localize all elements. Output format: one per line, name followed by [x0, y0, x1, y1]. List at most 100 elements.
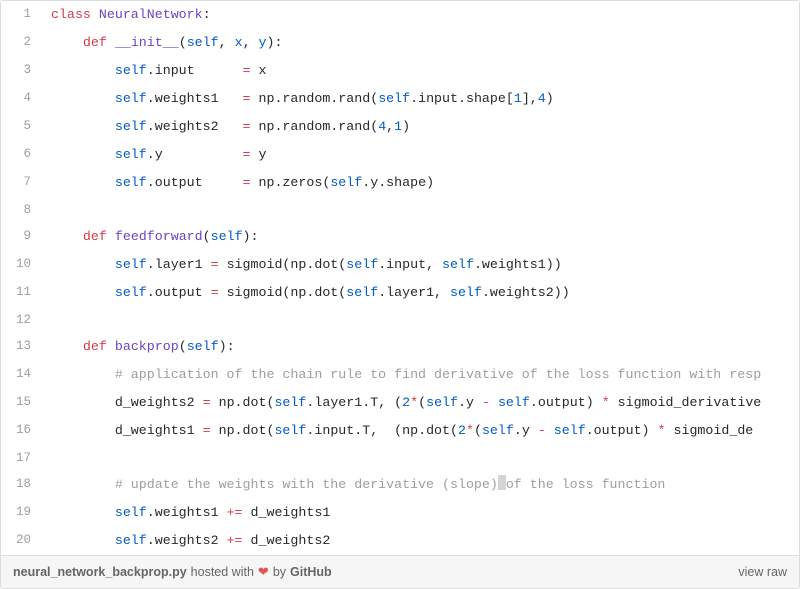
line-content[interactable]: d_weights1 = np.dot(self.input.T, (np.do… [41, 417, 799, 445]
code-token: __init__ [115, 35, 179, 50]
code-token: self [482, 423, 514, 438]
line-content[interactable] [41, 307, 799, 333]
code-line: 9 def feedforward(self): [1, 223, 799, 251]
code-line: 6 self.y = y [1, 141, 799, 169]
view-raw-link[interactable]: view raw [738, 565, 787, 579]
line-content[interactable]: self.weights2 = np.random.rand(4,1) [41, 113, 799, 141]
footer-left: neural_network_backprop.py hosted with ❤… [13, 564, 332, 580]
code-token: self [274, 395, 306, 410]
code-line: 3 self.input = x [1, 57, 799, 85]
code-line: 18 # update the weights with the derivat… [1, 471, 799, 499]
line-content[interactable]: self.output = np.zeros(self.y.shape) [41, 169, 799, 197]
code-token: = [243, 119, 251, 134]
line-number: 12 [1, 307, 41, 333]
code-token: .layer1 [147, 257, 211, 272]
code-token: x [251, 63, 267, 78]
gist-embed: 1class NeuralNetwork:2 def __init__(self… [0, 0, 800, 589]
filename-link[interactable]: neural_network_backprop.py [13, 565, 187, 579]
code-token [546, 423, 554, 438]
code-token: - [538, 423, 546, 438]
code-token: .weights1)) [474, 257, 562, 272]
line-number: 9 [1, 223, 41, 251]
code-token: self [115, 91, 147, 106]
code-token: backprop [115, 339, 179, 354]
code-token: - [482, 395, 490, 410]
code-line: 2 def __init__(self, x, y): [1, 29, 799, 57]
line-number: 18 [1, 471, 41, 499]
code-token: self [554, 423, 586, 438]
line-content[interactable]: self.weights1 = np.random.rand(self.inpu… [41, 85, 799, 113]
code-token: np.random.rand( [251, 91, 379, 106]
code-token: np.random.rand( [251, 119, 379, 134]
code-token: .output) [586, 423, 658, 438]
code-token: .weights1 [147, 91, 243, 106]
code-token: ) [546, 91, 562, 106]
code-token: sigmoid(np.dot( [219, 257, 347, 272]
code-token: x [235, 35, 243, 50]
code-token: = [203, 395, 211, 410]
code-token: .output) [530, 395, 602, 410]
code-token: ( [418, 395, 426, 410]
github-link[interactable]: GitHub [290, 565, 332, 579]
line-content[interactable]: self.layer1 = sigmoid(np.dot(self.input,… [41, 251, 799, 279]
code-token: .y [458, 395, 482, 410]
code-token: 4 [538, 91, 546, 106]
line-content[interactable]: def backprop(self): [41, 333, 799, 361]
code-token: def [83, 229, 107, 244]
line-content[interactable]: class NeuralNetwork: [41, 1, 799, 29]
line-content[interactable] [41, 197, 799, 223]
code-token: .input.shape[ [410, 91, 514, 106]
code-token: feedforward [115, 229, 203, 244]
code-token: np.dot( [211, 395, 275, 410]
line-number: 14 [1, 361, 41, 389]
line-content[interactable]: self.output = sigmoid(np.dot(self.layer1… [41, 279, 799, 307]
line-number: 5 [1, 113, 41, 141]
code-token: y [259, 35, 267, 50]
code-line: 16 d_weights1 = np.dot(self.input.T, (np… [1, 417, 799, 445]
line-number: 1 [1, 1, 41, 29]
line-content[interactable]: def feedforward(self): [41, 223, 799, 251]
line-content[interactable] [41, 445, 799, 471]
code-area: 1class NeuralNetwork:2 def __init__(self… [1, 1, 799, 555]
code-line: 14 # application of the chain rule to fi… [1, 361, 799, 389]
code-token: , [243, 35, 259, 50]
line-content[interactable]: def __init__(self, x, y): [41, 29, 799, 57]
code-token: .input.T, (np.dot( [306, 423, 458, 438]
gist-footer: neural_network_backprop.py hosted with ❤… [1, 555, 799, 588]
code-line: 10 self.layer1 = sigmoid(np.dot(self.inp… [1, 251, 799, 279]
line-content[interactable]: # update the weights with the derivative… [41, 471, 799, 499]
code-token: = [243, 175, 251, 190]
code-token: .y [514, 423, 538, 438]
line-number: 8 [1, 197, 41, 223]
line-content[interactable]: # application of the chain rule to find … [41, 361, 799, 389]
code-token: ): [219, 339, 235, 354]
code-token: of the loss function [506, 477, 666, 492]
line-content[interactable]: self.y = y [41, 141, 799, 169]
code-token: self [187, 339, 219, 354]
code-token [91, 7, 99, 22]
code-token: def [83, 339, 107, 354]
code-line: 1class NeuralNetwork: [1, 1, 799, 29]
line-content[interactable]: self.input = x [41, 57, 799, 85]
code-line: 20 self.weights2 += d_weights2 [1, 527, 799, 555]
code-token: ], [522, 91, 538, 106]
code-token: .weights2 [147, 119, 243, 134]
code-token: self [115, 257, 147, 272]
line-content[interactable]: d_weights2 = np.dot(self.layer1.T, (2*(s… [41, 389, 799, 417]
code-line: 15 d_weights2 = np.dot(self.layer1.T, (2… [1, 389, 799, 417]
line-content[interactable]: self.weights1 += d_weights1 [41, 499, 799, 527]
code-token: .input, [378, 257, 442, 272]
heart-icon: ❤ [258, 564, 269, 580]
code-token: .y.shape) [362, 175, 434, 190]
code-token: self [442, 257, 474, 272]
code-token: .output [147, 285, 211, 300]
line-content[interactable]: self.weights2 += d_weights2 [41, 527, 799, 555]
line-number: 20 [1, 527, 41, 555]
line-number: 7 [1, 169, 41, 197]
code-token: # application of the chain rule to find … [115, 367, 761, 382]
line-number: 13 [1, 333, 41, 361]
line-number: 17 [1, 445, 41, 471]
code-token [107, 35, 115, 50]
line-number: 15 [1, 389, 41, 417]
code-token: self [346, 257, 378, 272]
